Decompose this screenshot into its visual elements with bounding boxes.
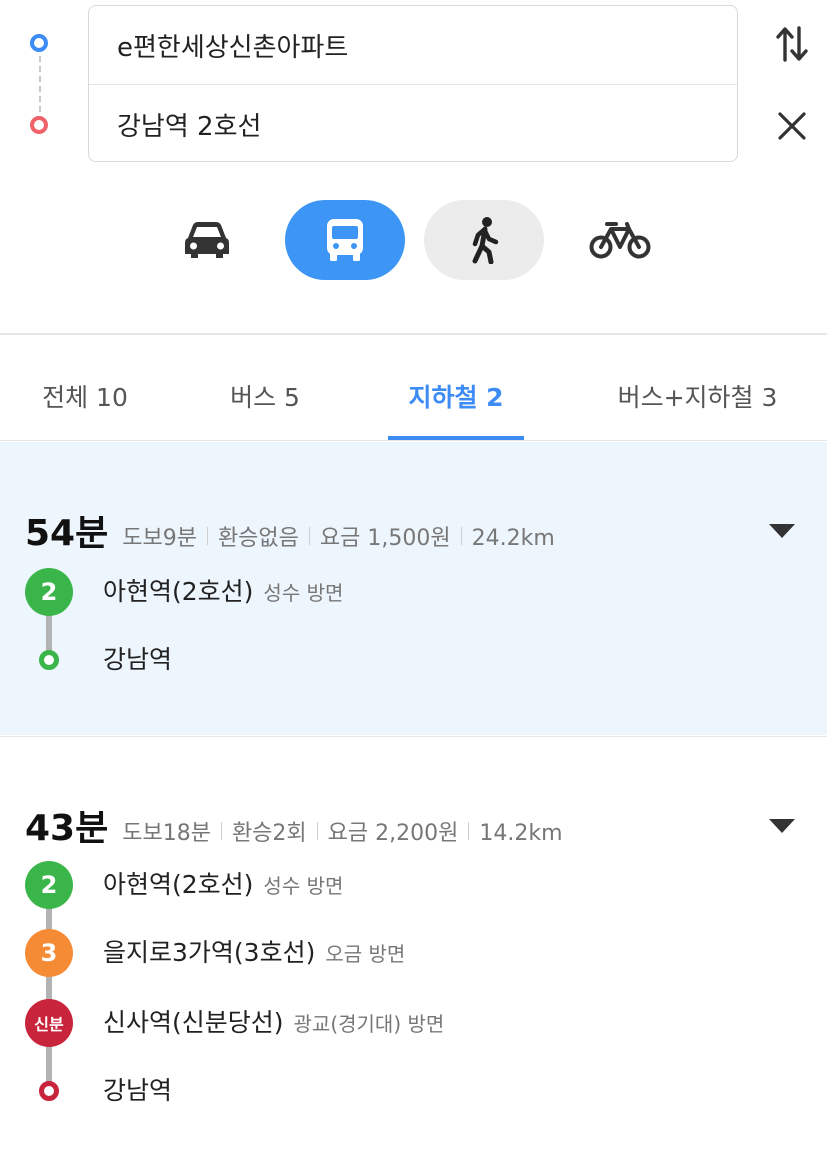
- bus-icon: [327, 219, 363, 261]
- direction-text: 성수 방면: [263, 581, 344, 605]
- line-2-badge: 2: [25, 568, 73, 616]
- route-walk-time: 도보9분: [122, 526, 197, 551]
- arrival-station: 강남역: [103, 1076, 173, 1105]
- separator: [316, 822, 318, 840]
- origin-field[interactable]: e편한세상신촌아파트: [89, 6, 737, 85]
- route-connector-line: [39, 56, 41, 112]
- destination-field[interactable]: 강남역 2호선: [89, 85, 737, 163]
- route-summary: 54분 도보9분 환승없음 요금 1,500원 24.2km: [25, 504, 555, 556]
- route-distance: 24.2km: [471, 526, 555, 551]
- direction-text: 광교(경기대) 방면: [293, 1012, 445, 1036]
- route-distance: 14.2km: [479, 821, 563, 846]
- section-divider: [0, 333, 827, 335]
- route-search-box: e편한세상신촌아파트 강남역 2호선: [88, 5, 738, 162]
- route-card-2[interactable]: 43분 도보18분 환승2회 요금 2,200원 14.2km 2 아현역(2호…: [0, 736, 827, 1164]
- arrival-station: 강남역: [103, 645, 173, 674]
- tab-subway-label: 지하철 2: [408, 383, 504, 412]
- origin-text: e편한세상신촌아파트: [117, 32, 349, 63]
- route-duration: 43분: [25, 808, 109, 849]
- route-duration: 54분: [25, 513, 109, 554]
- line-2-number: 2: [40, 871, 58, 899]
- close-icon: [778, 112, 806, 140]
- separator: [308, 527, 310, 545]
- tab-bus[interactable]: 버스 5: [190, 352, 340, 440]
- shinbundang-line-badge: 신분: [25, 999, 73, 1047]
- caret-down-icon: [769, 524, 795, 538]
- tab-all-label: 전체 10: [42, 383, 128, 412]
- route-step: 을지로3가역(3호선) 오금 방면: [103, 933, 405, 969]
- route-step: 강남역: [103, 640, 172, 676]
- tab-subway[interactable]: 지하철 2: [380, 352, 532, 440]
- direction-text: 성수 방면: [263, 874, 344, 898]
- tab-all[interactable]: 전체 10: [10, 352, 160, 440]
- tab-bus-label: 버스 5: [230, 383, 300, 412]
- route-walk-time: 도보18분: [122, 821, 211, 846]
- mode-walk-button[interactable]: [424, 200, 544, 280]
- mode-transit-button[interactable]: [285, 200, 405, 280]
- route-step: 아현역(2호선) 성수 방면: [103, 865, 343, 901]
- line-2-badge: 2: [25, 861, 73, 909]
- route-fare: 요금 1,500원: [319, 526, 451, 551]
- mode-car-button[interactable]: [147, 200, 267, 280]
- caret-down-icon: [769, 819, 795, 833]
- line-3-badge: 3: [25, 929, 73, 977]
- route-step: 강남역: [103, 1071, 172, 1107]
- boarding-station: 아현역(2호선): [103, 577, 254, 606]
- line-2-number: 2: [40, 578, 58, 606]
- route-expand-button[interactable]: [768, 521, 796, 541]
- route-card-1[interactable]: 54분 도보9분 환승없음 요금 1,500원 24.2km 2 아현역(2호선…: [0, 442, 827, 735]
- route-fare: 요금 2,200원: [327, 821, 459, 846]
- tab-bus-subway[interactable]: 버스+지하철 3: [590, 352, 805, 440]
- separator: [206, 527, 208, 545]
- arrival-marker: [39, 650, 59, 670]
- boarding-station: 아현역(2호선): [103, 870, 254, 899]
- direction-text: 오금 방면: [325, 942, 406, 966]
- route-transfers: 환승없음: [217, 526, 299, 551]
- tabs-divider: [0, 440, 827, 441]
- separator: [460, 527, 462, 545]
- arrival-marker: [39, 1081, 59, 1101]
- route-expand-button[interactable]: [768, 816, 796, 836]
- transfer-station: 을지로3가역(3호선): [103, 938, 316, 967]
- tab-bus-subway-label: 버스+지하철 3: [617, 383, 778, 412]
- walk-icon: [472, 217, 499, 264]
- route-summary: 43분 도보18분 환승2회 요금 2,200원 14.2km: [25, 799, 563, 851]
- destination-text: 강남역 2호선: [117, 111, 262, 142]
- clear-button[interactable]: [770, 104, 814, 148]
- swap-button[interactable]: [770, 22, 814, 66]
- route-line-segment: [46, 612, 52, 654]
- bike-icon: [589, 222, 651, 259]
- origin-marker: [30, 34, 48, 52]
- car-icon: [185, 222, 229, 258]
- separator: [220, 822, 222, 840]
- destination-marker: [30, 116, 48, 134]
- route-step: 신사역(신분당선) 광교(경기대) 방면: [103, 1003, 444, 1039]
- shinbundang-line-label: 신분: [34, 1015, 64, 1034]
- swap-vertical-icon: [776, 26, 808, 62]
- mode-bike-button[interactable]: [560, 200, 680, 280]
- route-step: 아현역(2호선) 성수 방면: [103, 572, 343, 608]
- separator: [468, 822, 470, 840]
- route-transfers: 환승2회: [231, 821, 307, 846]
- line-3-number: 3: [40, 939, 58, 967]
- transfer-station: 신사역(신분당선): [103, 1008, 284, 1037]
